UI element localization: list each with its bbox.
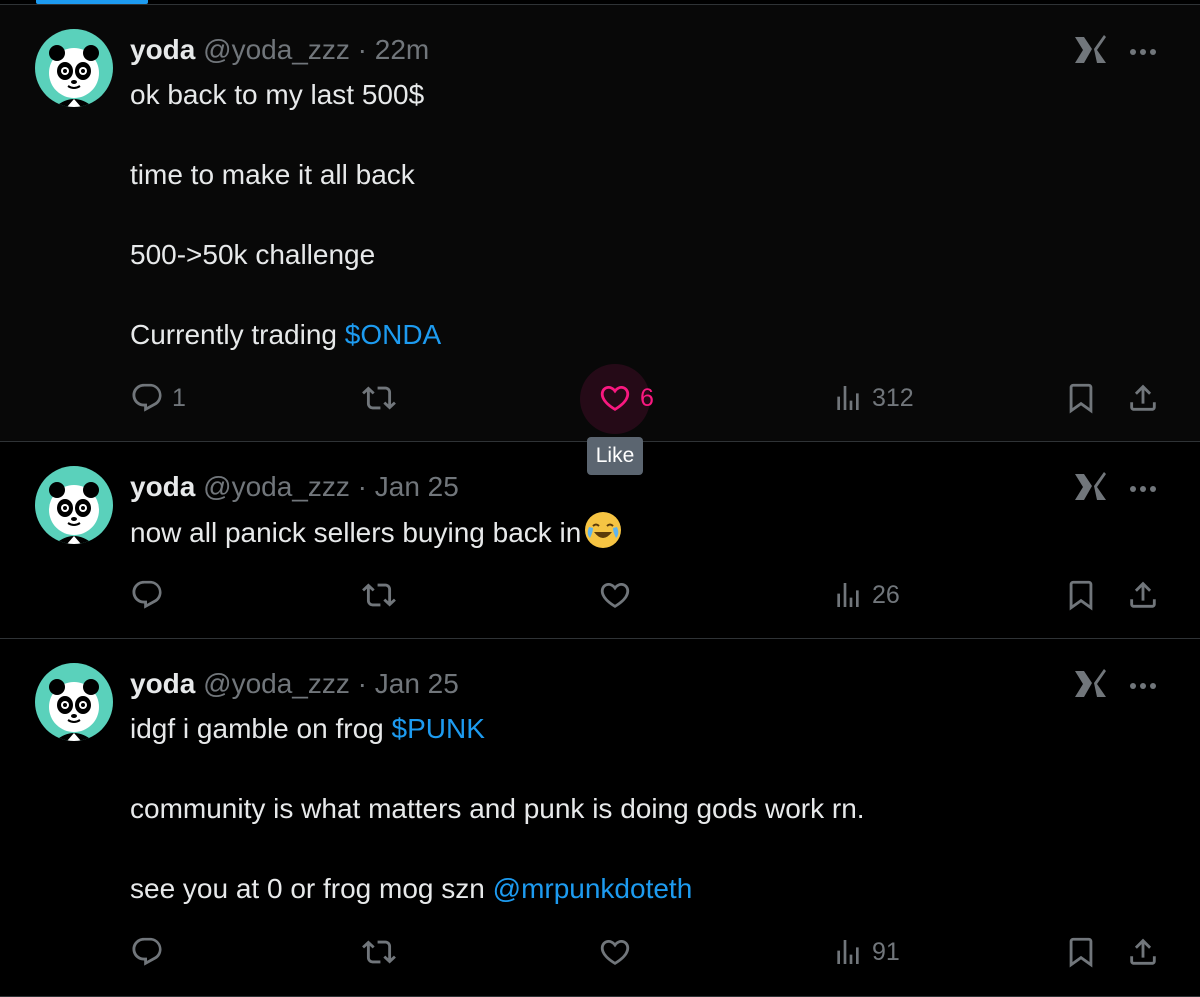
repost-button[interactable] [362, 570, 396, 620]
tweet-header: yoda @yoda_zzz · Jan 25 [130, 470, 459, 504]
reply-button[interactable]: 1 [130, 373, 186, 423]
timestamp[interactable]: Jan 25 [375, 471, 459, 502]
more-icon[interactable] [1126, 35, 1160, 69]
more-icon[interactable] [1126, 669, 1160, 703]
display-name[interactable]: yoda [130, 34, 195, 65]
text-line: see you at 0 or frog mog szn @mrpunkdote… [130, 869, 865, 909]
timestamp[interactable]: 22m [375, 34, 429, 65]
like-tooltip: Like [587, 437, 643, 475]
repost-button[interactable] [362, 373, 396, 423]
bookmark-icon [1069, 580, 1093, 611]
text-segment: now all panick sellers buying back in [130, 517, 582, 548]
mention-link[interactable]: @mrpunkdoteth [493, 873, 693, 904]
tweet-header: yoda @yoda_zzz · Jan 25 [130, 667, 459, 701]
text-line: ok back to my last 500$ [130, 79, 425, 110]
views-count: 312 [872, 383, 914, 412]
views-icon [837, 386, 859, 410]
text-line: now all panick sellers buying back in [130, 512, 622, 553]
text-line: time to make it all back [130, 159, 415, 190]
like-button[interactable] [598, 570, 632, 620]
views-icon [837, 583, 859, 607]
display-name[interactable]: yoda [130, 471, 195, 502]
text-line: Currently trading $ONDA [130, 315, 441, 355]
tweet[interactable]: yoda @yoda_zzz · Jan 25 idgf i gamble on… [0, 639, 1200, 997]
display-name[interactable]: yoda [130, 668, 195, 699]
like-icon [600, 939, 630, 965]
cashtag-link[interactable]: $ONDA [345, 319, 441, 350]
text-line [130, 195, 441, 235]
laughing-emoji-icon [585, 512, 622, 548]
text-segment: idgf i gamble on frog [130, 713, 392, 744]
share-button[interactable] [1126, 570, 1160, 620]
share-button[interactable] [1126, 927, 1160, 977]
bookmark-icon [1069, 383, 1093, 414]
reply-button[interactable] [130, 927, 164, 977]
views-button[interactable]: 312 [832, 373, 914, 423]
separator: · [357, 471, 367, 502]
user-handle[interactable]: @yoda_zzz [203, 471, 350, 502]
text-line: community is what matters and punk is do… [130, 793, 865, 824]
reply-count: 1 [172, 383, 186, 412]
like-icon [600, 385, 630, 411]
tweet-text: now all panick sellers buying back in [130, 512, 622, 553]
separator: · [357, 34, 367, 65]
action-bar: 1 6 312 [0, 364, 1200, 434]
views-count: 91 [872, 937, 900, 966]
tweet-text: idgf i gamble on frog $PUNK community is… [130, 709, 865, 909]
text-line [130, 749, 865, 789]
like-count: 6 [640, 383, 654, 412]
reply-icon [132, 937, 162, 966]
share-icon [1130, 384, 1156, 411]
avatar[interactable] [35, 466, 113, 544]
cashtag-link[interactable]: $PUNK [392, 713, 485, 744]
text-segment: see you at 0 or frog mog szn [130, 873, 493, 904]
text-line: idgf i gamble on frog $PUNK [130, 709, 865, 749]
user-handle[interactable]: @yoda_zzz [203, 668, 350, 699]
share-button[interactable] [1126, 373, 1160, 423]
tweet-header: yoda @yoda_zzz · 22m [130, 33, 429, 67]
timestamp[interactable]: Jan 25 [375, 668, 459, 699]
like-button[interactable] [598, 927, 632, 977]
bookmark-button[interactable] [1064, 927, 1098, 977]
views-icon [837, 940, 859, 964]
text-line [130, 275, 441, 315]
views-button[interactable]: 91 [832, 927, 900, 977]
action-bar: 26 [0, 570, 1200, 620]
reply-button[interactable] [130, 570, 164, 620]
bookmark-icon [1069, 937, 1093, 968]
tweet[interactable]: yoda @yoda_zzz · 22m ok back to my last … [0, 5, 1200, 442]
tweet-text: ok back to my last 500$ time to make it … [130, 75, 441, 355]
text-segment: Currently trading [130, 319, 345, 350]
bookmark-button[interactable] [1064, 570, 1098, 620]
reply-icon [132, 383, 162, 412]
more-icon[interactable] [1126, 472, 1160, 506]
repost-icon [362, 940, 396, 964]
share-icon [1130, 581, 1156, 608]
like-button[interactable]: 6 [598, 373, 654, 423]
text-line [130, 115, 441, 155]
views-button[interactable]: 26 [832, 570, 900, 620]
separator: · [357, 668, 367, 699]
bookmark-button[interactable] [1064, 373, 1098, 423]
grok-icon[interactable] [1072, 33, 1108, 67]
repost-button[interactable] [362, 927, 396, 977]
avatar[interactable] [35, 29, 113, 107]
text-line [130, 829, 865, 869]
user-handle[interactable]: @yoda_zzz [203, 34, 350, 65]
repost-icon [362, 386, 396, 410]
views-count: 26 [872, 580, 900, 609]
grok-icon[interactable] [1072, 667, 1108, 701]
share-icon [1130, 938, 1156, 965]
text-line: 500->50k challenge [130, 239, 376, 270]
repost-icon [362, 583, 396, 607]
reply-icon [132, 580, 162, 609]
avatar[interactable] [35, 663, 113, 741]
grok-icon[interactable] [1072, 470, 1108, 504]
action-bar: 91 [0, 927, 1200, 977]
like-icon [600, 582, 630, 608]
